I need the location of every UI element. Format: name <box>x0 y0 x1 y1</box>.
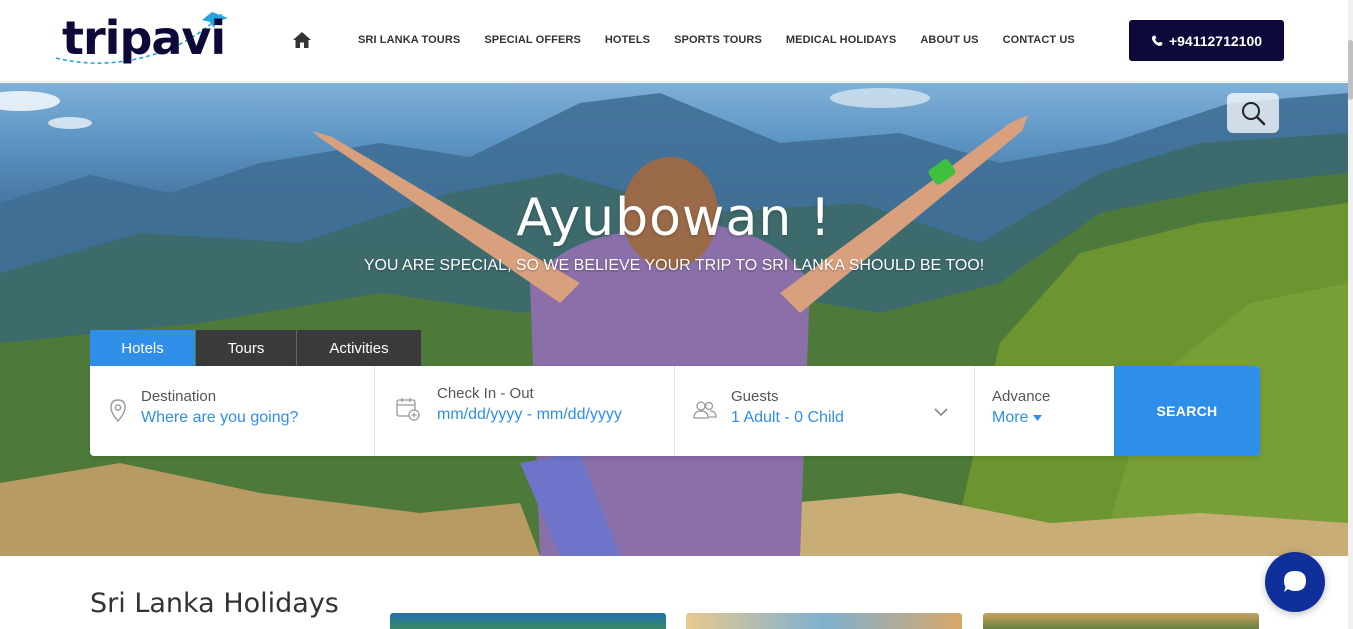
map-pin-icon <box>106 398 132 424</box>
hero-title: Ayubowan ! <box>516 188 832 248</box>
advance-label: Advance <box>992 388 1051 405</box>
guests-icon <box>691 398 717 424</box>
guests-select[interactable]: 1 Adult - 0 Child <box>731 409 844 427</box>
scrollbar-thumb[interactable] <box>1348 40 1353 100</box>
advance-more-label: More <box>992 409 1029 426</box>
phone-button[interactable]: +94112712100 <box>1129 20 1284 61</box>
search-form: Destination Where are you going? Check I… <box>90 366 1260 456</box>
holiday-card-image[interactable] <box>686 613 962 629</box>
svg-text:tripavi: tripavi <box>62 11 225 65</box>
advance-more-toggle[interactable]: More <box>992 409 1042 427</box>
hero-subtitle: YOU ARE SPECIAL, SO WE BELIEVE YOUR TRIP… <box>363 257 985 274</box>
tab-hotels[interactable]: Hotels <box>90 330 195 366</box>
chat-button[interactable] <box>1265 552 1325 612</box>
nav-medical-holidays[interactable]: MEDICAL HOLIDAYS <box>786 34 896 46</box>
search-icon[interactable] <box>1227 93 1279 133</box>
holiday-card-image[interactable] <box>983 613 1259 629</box>
checkin-label: Check In - Out <box>437 385 534 402</box>
phone-number: +94112712100 <box>1168 32 1263 49</box>
tab-activities[interactable]: Activities <box>297 330 421 366</box>
home-icon[interactable] <box>292 30 312 50</box>
destination-field[interactable]: Destination Where are you going? <box>90 366 375 456</box>
checkin-input[interactable]: mm/dd/yyyy - mm/dd/yyyy <box>437 406 622 424</box>
holiday-card-image[interactable] <box>390 613 666 629</box>
nav-about-us[interactable]: ABOUT US <box>920 34 978 46</box>
advance-field[interactable]: Advance More <box>975 366 1114 456</box>
guests-field[interactable]: Guests 1 Adult - 0 Child <box>675 366 975 456</box>
phone-icon <box>1151 35 1163 46</box>
site-header: tripavi SRI LANKA TOURS SPECIAL OFFERS H… <box>0 0 1353 82</box>
nav-sri-lanka-tours[interactable]: SRI LANKA TOURS <box>358 34 460 46</box>
main-nav: SRI LANKA TOURS SPECIAL OFFERS HOTELS SP… <box>292 28 1099 52</box>
destination-label: Destination <box>141 388 217 405</box>
caret-down-icon <box>1032 414 1042 421</box>
search-tabs: Hotels Tours Activities <box>90 330 422 366</box>
hero-banner: Ayubowan ! YOU ARE SPECIAL, SO WE BELIEV… <box>0 83 1348 556</box>
chevron-down-icon[interactable] <box>933 404 949 422</box>
section-title: Sri Lanka Holidays <box>90 588 339 619</box>
nav-sports-tours[interactable]: SPORTS TOURS <box>674 34 762 46</box>
nav-special-offers[interactable]: SPECIAL OFFERS <box>484 34 581 46</box>
tab-tours[interactable]: Tours <box>196 330 296 366</box>
tripavi-logo[interactable]: tripavi <box>52 8 232 74</box>
calendar-icon <box>395 396 421 422</box>
nav-hotels[interactable]: HOTELS <box>605 34 650 46</box>
search-button[interactable]: SEARCH <box>1114 366 1260 456</box>
guests-label: Guests <box>731 388 779 405</box>
hero-background-image <box>0 88 1348 556</box>
page-scrollbar[interactable] <box>1348 0 1353 629</box>
chat-bubble-icon <box>1284 571 1306 592</box>
checkin-field[interactable]: Check In - Out mm/dd/yyyy - mm/dd/yyyy <box>375 366 675 456</box>
destination-input[interactable]: Where are you going? <box>141 409 298 427</box>
nav-contact-us[interactable]: CONTACT US <box>1003 34 1075 46</box>
